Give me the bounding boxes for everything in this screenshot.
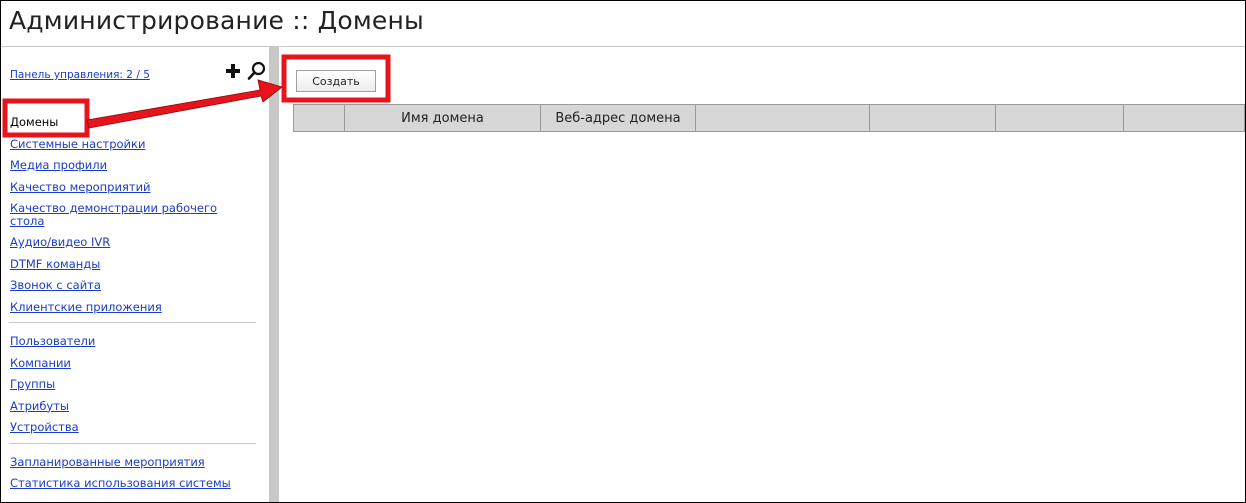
sidebar-item-desktop-sharing-quality[interactable]: Качество демонстрации рабочего стола <box>10 202 235 228</box>
table-column-header[interactable] <box>294 105 345 131</box>
sidebar-item-groups[interactable]: Группы <box>10 378 260 391</box>
sidebar-splitter[interactable] <box>269 47 279 502</box>
app-window: Администрирование :: Домены Панель управ… <box>0 0 1246 503</box>
table-column-header-domain-url[interactable]: Веб-адрес домена <box>541 105 696 131</box>
sidebar-item-dtmf[interactable]: DTMF команды <box>10 257 260 271</box>
sidebar-item-domains[interactable]: Домены <box>10 116 260 129</box>
sidebar-divider <box>9 322 256 323</box>
sidebar-nav: Домены Системные настройки Медиа профили… <box>9 116 260 499</box>
create-button[interactable]: Создать <box>296 70 376 92</box>
title-bar: Администрирование :: Домены <box>1 1 1245 47</box>
sidebar-item-system-settings[interactable]: Системные настройки <box>10 137 260 151</box>
main-content: Создать Имя домена Веб-адрес домена <box>279 47 1245 502</box>
sidebar: Панель управления: 2 / 5 Домены Системны… <box>1 47 269 502</box>
sidebar-item-scheduled-events[interactable]: Запланированные мероприятия <box>10 455 260 469</box>
sidebar-item-client-apps[interactable]: Клиентские приложения <box>10 300 260 314</box>
sidebar-item-companies[interactable]: Компании <box>10 356 260 370</box>
sidebar-item-users[interactable]: Пользователи <box>10 335 260 348</box>
sidebar-item-devices[interactable]: Устройства <box>10 421 260 434</box>
sidebar-item-usage-stats[interactable]: Статистика использования системы <box>10 477 260 490</box>
sidebar-item-event-quality[interactable]: Качество мероприятий <box>10 180 260 194</box>
sidebar-item-web-call[interactable]: Звонок с сайта <box>10 279 260 292</box>
table-column-header[interactable] <box>696 105 870 131</box>
page-title: Администрирование :: Домены <box>9 6 424 35</box>
sidebar-divider <box>9 442 256 444</box>
sidebar-item-av-ivr[interactable]: Аудио/видео IVR <box>10 236 260 249</box>
plus-icon[interactable] <box>225 63 241 79</box>
table-header: Имя домена Веб-адрес домена <box>293 104 1245 132</box>
sidebar-item-attributes[interactable]: Атрибуты <box>10 399 260 413</box>
table-column-header[interactable] <box>870 105 996 131</box>
table-column-header[interactable] <box>1124 105 1244 131</box>
control-panel-link[interactable]: Панель управления: 2 / 5 <box>10 69 150 81</box>
sidebar-item-media-profiles[interactable]: Медиа профили <box>10 159 260 172</box>
table-column-header[interactable] <box>996 105 1124 131</box>
table-column-header-domain-name[interactable]: Имя домена <box>345 105 541 131</box>
search-icon[interactable] <box>247 61 267 81</box>
